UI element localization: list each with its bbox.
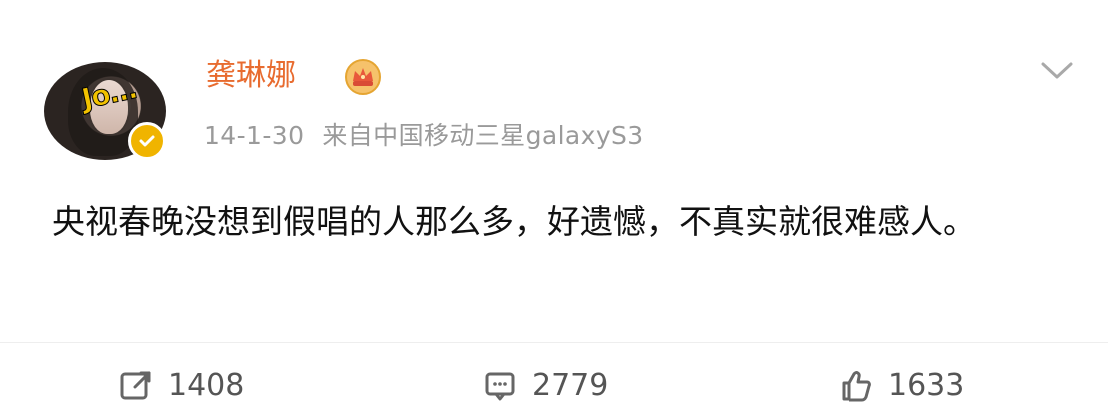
- repost-icon: [120, 371, 151, 400]
- like-count: 1633: [888, 368, 965, 403]
- crown-icon: [345, 59, 381, 95]
- verified-icon: [128, 122, 166, 160]
- thumbs-up-icon: [842, 371, 871, 402]
- post-source: 来自中国移动三星galaxyS3: [322, 121, 644, 150]
- comment-count: 2779: [532, 368, 609, 403]
- verified-icon-glyph: [139, 135, 155, 147]
- chevron-down-icon[interactable]: [1038, 56, 1076, 84]
- repost-button[interactable]: 1408: [118, 366, 244, 406]
- repost-count: 1408: [168, 368, 245, 403]
- action-divider: [0, 342, 1108, 343]
- username[interactable]: 龚琳娜: [206, 58, 296, 94]
- comment-icon: [485, 372, 515, 401]
- comment-button[interactable]: 2779: [482, 366, 608, 406]
- post-text: 央视春晚没想到假唱的人那么多，好遗憾，不真实就很难感人。: [52, 202, 976, 241]
- like-button[interactable]: 1633: [838, 366, 964, 406]
- post-time: 14-1-30: [204, 121, 305, 150]
- post-meta: 14-1-30 来自中国移动三星galaxyS3: [204, 120, 644, 152]
- weibo-post-card: Jo… 龚琳娜 14-1-30 来自中国移动三星galaxyS3 央视春晚没想到假…: [0, 0, 1108, 412]
